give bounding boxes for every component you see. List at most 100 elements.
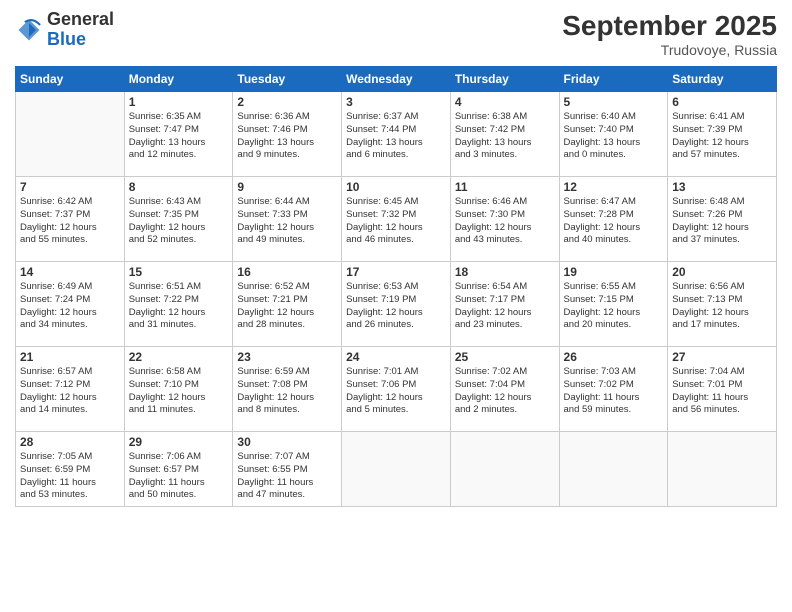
day-info: Sunrise: 6:40 AM Sunset: 7:40 PM Dayligh… bbox=[564, 111, 664, 162]
day-number: 29 bbox=[129, 435, 229, 449]
day-number: 17 bbox=[346, 265, 446, 279]
calendar-cell: 4 Sunrise: 6:38 AM Sunset: 7:42 PM Daylig… bbox=[450, 92, 559, 177]
day-number: 16 bbox=[237, 265, 337, 279]
day-info: Sunrise: 6:36 AM Sunset: 7:46 PM Dayligh… bbox=[237, 111, 337, 162]
calendar-cell: 15 Sunrise: 6:51 AM Sunset: 7:22 PM Dayli… bbox=[124, 262, 233, 347]
day-number: 18 bbox=[455, 265, 555, 279]
calendar-cell: 23Sunrise: 6:59 AM Sunset: 7:08 PM Dayli… bbox=[233, 347, 342, 432]
calendar-cell bbox=[559, 432, 668, 507]
day-info: Sunrise: 6:52 AM Sunset: 7:21 PM Dayligh… bbox=[237, 281, 337, 332]
calendar-cell: 8Sunrise: 6:43 AM Sunset: 7:35 PM Daylig… bbox=[124, 177, 233, 262]
calendar-cell: 20 Sunrise: 6:56 AM Sunset: 7:13 PM Dayli… bbox=[668, 262, 777, 347]
logo-blue: Blue bbox=[47, 29, 86, 49]
day-info: Sunrise: 6:53 AM Sunset: 7:19 PM Dayligh… bbox=[346, 281, 446, 332]
day-number: 30 bbox=[237, 435, 337, 449]
day-number: 8 bbox=[129, 180, 229, 194]
day-number: 7 bbox=[20, 180, 120, 194]
weekday-header: Friday bbox=[559, 67, 668, 92]
day-number: 6 bbox=[672, 95, 772, 109]
calendar-cell: 16 Sunrise: 6:52 AM Sunset: 7:21 PM Dayli… bbox=[233, 262, 342, 347]
day-info: Sunrise: 7:05 AM Sunset: 6:59 PM Dayligh… bbox=[20, 451, 120, 502]
calendar-week-row: 1 Sunrise: 6:35 AM Sunset: 7:47 PM Daylig… bbox=[16, 92, 777, 177]
day-info: Sunrise: 7:01 AM Sunset: 7:06 PM Dayligh… bbox=[346, 366, 446, 417]
calendar-week-row: 7Sunrise: 6:42 AM Sunset: 7:37 PM Daylig… bbox=[16, 177, 777, 262]
day-info: Sunrise: 7:03 AM Sunset: 7:02 PM Dayligh… bbox=[564, 366, 664, 417]
weekday-header: Wednesday bbox=[342, 67, 451, 92]
calendar-table: SundayMondayTuesdayWednesdayThursdayFrid… bbox=[15, 66, 777, 507]
day-info: Sunrise: 6:44 AM Sunset: 7:33 PM Dayligh… bbox=[237, 196, 337, 247]
day-number: 11 bbox=[455, 180, 555, 194]
day-info: Sunrise: 6:48 AM Sunset: 7:26 PM Dayligh… bbox=[672, 196, 772, 247]
day-number: 20 bbox=[672, 265, 772, 279]
calendar-cell: 14Sunrise: 6:49 AM Sunset: 7:24 PM Dayli… bbox=[16, 262, 125, 347]
day-info: Sunrise: 6:45 AM Sunset: 7:32 PM Dayligh… bbox=[346, 196, 446, 247]
page-header: General Blue September 2025 Trudovoye, R… bbox=[15, 10, 777, 58]
calendar-cell: 12 Sunrise: 6:47 AM Sunset: 7:28 PM Dayli… bbox=[559, 177, 668, 262]
day-number: 5 bbox=[564, 95, 664, 109]
calendar-week-row: 21 Sunrise: 6:57 AM Sunset: 7:12 PM Dayli… bbox=[16, 347, 777, 432]
calendar-cell: 17 Sunrise: 6:53 AM Sunset: 7:19 PM Dayli… bbox=[342, 262, 451, 347]
calendar-cell: 18 Sunrise: 6:54 AM Sunset: 7:17 PM Dayli… bbox=[450, 262, 559, 347]
calendar-cell bbox=[450, 432, 559, 507]
day-info: Sunrise: 7:02 AM Sunset: 7:04 PM Dayligh… bbox=[455, 366, 555, 417]
weekday-header: Tuesday bbox=[233, 67, 342, 92]
day-info: Sunrise: 7:04 AM Sunset: 7:01 PM Dayligh… bbox=[672, 366, 772, 417]
calendar-cell: 5 Sunrise: 6:40 AM Sunset: 7:40 PM Daylig… bbox=[559, 92, 668, 177]
day-info: Sunrise: 6:41 AM Sunset: 7:39 PM Dayligh… bbox=[672, 111, 772, 162]
day-info: Sunrise: 6:58 AM Sunset: 7:10 PM Dayligh… bbox=[129, 366, 229, 417]
day-number: 13 bbox=[672, 180, 772, 194]
day-info: Sunrise: 6:46 AM Sunset: 7:30 PM Dayligh… bbox=[455, 196, 555, 247]
day-info: Sunrise: 6:59 AM Sunset: 7:08 PM Dayligh… bbox=[237, 366, 337, 417]
calendar-cell: 3Sunrise: 6:37 AM Sunset: 7:44 PM Daylig… bbox=[342, 92, 451, 177]
day-number: 4 bbox=[455, 95, 555, 109]
day-number: 24 bbox=[346, 350, 446, 364]
day-info: Sunrise: 6:56 AM Sunset: 7:13 PM Dayligh… bbox=[672, 281, 772, 332]
day-number: 2 bbox=[237, 95, 337, 109]
logo-icon bbox=[15, 16, 43, 44]
day-number: 26 bbox=[564, 350, 664, 364]
calendar-cell: 29Sunrise: 7:06 AM Sunset: 6:57 PM Dayli… bbox=[124, 432, 233, 507]
day-number: 9 bbox=[237, 180, 337, 194]
weekday-header: Saturday bbox=[668, 67, 777, 92]
calendar-cell: 25 Sunrise: 7:02 AM Sunset: 7:04 PM Dayli… bbox=[450, 347, 559, 432]
calendar-week-row: 28Sunrise: 7:05 AM Sunset: 6:59 PM Dayli… bbox=[16, 432, 777, 507]
day-number: 3 bbox=[346, 95, 446, 109]
calendar-cell: 22Sunrise: 6:58 AM Sunset: 7:10 PM Dayli… bbox=[124, 347, 233, 432]
month-title: September 2025 bbox=[562, 10, 777, 42]
calendar-cell: 24 Sunrise: 7:01 AM Sunset: 7:06 PM Dayli… bbox=[342, 347, 451, 432]
day-info: Sunrise: 6:35 AM Sunset: 7:47 PM Dayligh… bbox=[129, 111, 229, 162]
logo-text: General Blue bbox=[47, 10, 114, 50]
logo: General Blue bbox=[15, 10, 114, 50]
calendar-cell: 27 Sunrise: 7:04 AM Sunset: 7:01 PM Dayli… bbox=[668, 347, 777, 432]
calendar-header-row: SundayMondayTuesdayWednesdayThursdayFrid… bbox=[16, 67, 777, 92]
day-info: Sunrise: 6:47 AM Sunset: 7:28 PM Dayligh… bbox=[564, 196, 664, 247]
day-info: Sunrise: 6:54 AM Sunset: 7:17 PM Dayligh… bbox=[455, 281, 555, 332]
day-info: Sunrise: 6:51 AM Sunset: 7:22 PM Dayligh… bbox=[129, 281, 229, 332]
calendar-cell: 1 Sunrise: 6:35 AM Sunset: 7:47 PM Daylig… bbox=[124, 92, 233, 177]
calendar-cell bbox=[668, 432, 777, 507]
day-number: 1 bbox=[129, 95, 229, 109]
weekday-header: Sunday bbox=[16, 67, 125, 92]
calendar-cell: 6 Sunrise: 6:41 AM Sunset: 7:39 PM Daylig… bbox=[668, 92, 777, 177]
calendar-cell: 19Sunrise: 6:55 AM Sunset: 7:15 PM Dayli… bbox=[559, 262, 668, 347]
weekday-header: Monday bbox=[124, 67, 233, 92]
day-number: 19 bbox=[564, 265, 664, 279]
day-number: 15 bbox=[129, 265, 229, 279]
calendar-cell: 28Sunrise: 7:05 AM Sunset: 6:59 PM Dayli… bbox=[16, 432, 125, 507]
calendar-cell bbox=[16, 92, 125, 177]
day-number: 27 bbox=[672, 350, 772, 364]
day-number: 25 bbox=[455, 350, 555, 364]
day-info: Sunrise: 7:07 AM Sunset: 6:55 PM Dayligh… bbox=[237, 451, 337, 502]
weekday-header: Thursday bbox=[450, 67, 559, 92]
day-info: Sunrise: 6:49 AM Sunset: 7:24 PM Dayligh… bbox=[20, 281, 120, 332]
logo-general: General bbox=[47, 9, 114, 29]
day-info: Sunrise: 6:38 AM Sunset: 7:42 PM Dayligh… bbox=[455, 111, 555, 162]
calendar-cell: 10Sunrise: 6:45 AM Sunset: 7:32 PM Dayli… bbox=[342, 177, 451, 262]
day-number: 21 bbox=[20, 350, 120, 364]
calendar-cell bbox=[342, 432, 451, 507]
calendar-week-row: 14Sunrise: 6:49 AM Sunset: 7:24 PM Dayli… bbox=[16, 262, 777, 347]
calendar-cell: 30 Sunrise: 7:07 AM Sunset: 6:55 PM Dayli… bbox=[233, 432, 342, 507]
day-number: 12 bbox=[564, 180, 664, 194]
day-info: Sunrise: 6:57 AM Sunset: 7:12 PM Dayligh… bbox=[20, 366, 120, 417]
calendar-cell: 2 Sunrise: 6:36 AM Sunset: 7:46 PM Daylig… bbox=[233, 92, 342, 177]
